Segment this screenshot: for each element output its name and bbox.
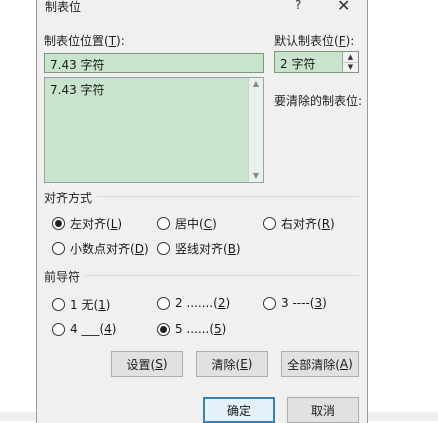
- label-text: 默认制表位(: [274, 34, 339, 48]
- radio-leader-3[interactable]: 3 ----(3): [263, 296, 327, 310]
- access-key: A: [339, 357, 349, 371]
- radio-label: 4 ___(: [70, 322, 105, 336]
- radio-label: 5 ......(: [175, 322, 215, 336]
- leader-heading: 前导符: [44, 270, 81, 284]
- radio-label: 左对齐(: [70, 217, 111, 231]
- radio-checked-icon: [52, 217, 65, 230]
- radio-icon: [263, 217, 276, 230]
- radio-label-end: ): [143, 241, 149, 256]
- access-key: L: [110, 216, 118, 231]
- button-label: 全部清除(: [287, 357, 340, 372]
- button-label-end: ): [162, 357, 168, 371]
- tabs-dialog: 制表位 ? ✕ 制表位位置(T): 7.43 字符 7.43 字符 ▲ ▼ 默认…: [36, 0, 368, 423]
- alignment-heading: 对齐方式: [44, 191, 93, 205]
- button-label-end: ): [247, 357, 253, 371]
- access-key: C: [203, 216, 213, 231]
- radio-checked-icon: [157, 322, 170, 336]
- background-left: [0, 0, 37, 421]
- radio-icon: [157, 296, 170, 310]
- default-tab-stops-value: 2 字符: [280, 57, 316, 71]
- radio-label-end: ): [117, 216, 123, 231]
- default-tab-stops-label: 默认制表位(F):: [274, 32, 354, 49]
- radio-leader-2[interactable]: 2 .......(2): [157, 296, 230, 310]
- radio-align-right[interactable]: 右对齐(R): [263, 215, 335, 232]
- radio-label: 2 .......(: [175, 296, 218, 310]
- radio-leader-5[interactable]: 5 ......(5): [157, 322, 226, 336]
- access-key: 1: [98, 297, 106, 312]
- access-key: D: [134, 241, 144, 256]
- radio-align-bar[interactable]: 竖线对齐(B): [157, 240, 241, 257]
- radio-label-end: ): [221, 322, 227, 336]
- ok-button[interactable]: 确定: [203, 397, 275, 423]
- tab-stop-position-label: 制表位位置(T):: [44, 32, 125, 49]
- cancel-button[interactable]: 取消: [287, 397, 359, 423]
- access-key: F: [338, 34, 346, 48]
- dialog-title: 制表位: [45, 0, 82, 14]
- radio-label-end: ): [235, 241, 241, 256]
- button-label: 设置(: [126, 357, 156, 372]
- radio-label: 1 无(: [70, 298, 99, 312]
- radio-icon: [157, 242, 170, 255]
- leader-divider: [85, 275, 359, 276]
- scroll-down-icon[interactable]: ▼: [249, 170, 263, 182]
- radio-label: 右对齐(: [281, 217, 322, 231]
- background-right: [366, 0, 438, 421]
- radio-label-end: ): [105, 297, 111, 312]
- tab-stops-to-clear-label: 要清除的制表位:: [274, 94, 363, 108]
- radio-icon: [52, 322, 65, 336]
- radio-label: 小数点对齐(: [70, 242, 135, 256]
- radio-label-end: ): [212, 216, 217, 231]
- label-text-end: ):: [345, 34, 355, 48]
- radio-leader-4[interactable]: 4 ___(4): [52, 322, 116, 336]
- radio-label: 3 ----(: [281, 296, 315, 310]
- close-icon[interactable]: ✕: [337, 0, 350, 15]
- access-key: T: [108, 34, 117, 48]
- access-key: 2: [217, 296, 226, 310]
- label-text-end: ):: [116, 34, 125, 48]
- radio-icon: [52, 242, 65, 255]
- radio-label: 居中(: [175, 217, 204, 231]
- radio-icon: [157, 217, 170, 230]
- radio-align-decimal[interactable]: 小数点对齐(D): [52, 240, 149, 257]
- radio-label-end: ): [330, 216, 335, 231]
- radio-label: 竖线对齐(: [175, 242, 228, 256]
- tab-stop-list[interactable]: 7.43 字符 ▲ ▼: [44, 77, 264, 183]
- label-text: 制表位位置(: [44, 34, 109, 48]
- access-key: 4: [104, 322, 112, 336]
- tab-stop-position-input[interactable]: 7.43 字符: [44, 53, 264, 73]
- radio-label-end: ): [111, 322, 117, 336]
- help-button[interactable]: ?: [295, 0, 301, 12]
- default-tab-stops-spinner[interactable]: 2 字符 ▲ ▼: [274, 51, 359, 73]
- clear-all-button[interactable]: 全部清除(A): [281, 351, 359, 377]
- tab-stop-list-item[interactable]: 7.43 字符: [50, 81, 105, 98]
- radio-label-end: ): [225, 296, 231, 310]
- radio-icon: [263, 296, 276, 310]
- spinner-buttons: ▲ ▼: [342, 52, 358, 72]
- clear-button[interactable]: 清除(E): [196, 351, 268, 377]
- access-key: R: [321, 216, 331, 231]
- button-label: 清除(: [211, 357, 241, 372]
- tab-stop-list-scrollbar[interactable]: ▲ ▼: [248, 78, 263, 182]
- radio-align-left[interactable]: 左对齐(L): [52, 215, 122, 232]
- radio-leader-1[interactable]: 1 无(1): [52, 296, 110, 313]
- access-key: B: [227, 241, 236, 256]
- spin-down-icon[interactable]: ▼: [343, 62, 358, 72]
- access-key: S: [155, 357, 163, 371]
- access-key: E: [240, 357, 248, 371]
- alignment-divider: [97, 196, 359, 197]
- access-key: 3: [314, 296, 323, 310]
- button-label-end: ): [348, 357, 353, 371]
- access-key: 5: [214, 322, 222, 336]
- radio-label-end: ): [322, 296, 327, 310]
- scroll-up-icon[interactable]: ▲: [249, 78, 263, 90]
- radio-align-center[interactable]: 居中(C): [157, 215, 217, 232]
- tab-stop-position-value: 7.43 字符: [50, 58, 105, 72]
- radio-icon: [52, 298, 65, 311]
- set-button[interactable]: 设置(S): [111, 351, 183, 377]
